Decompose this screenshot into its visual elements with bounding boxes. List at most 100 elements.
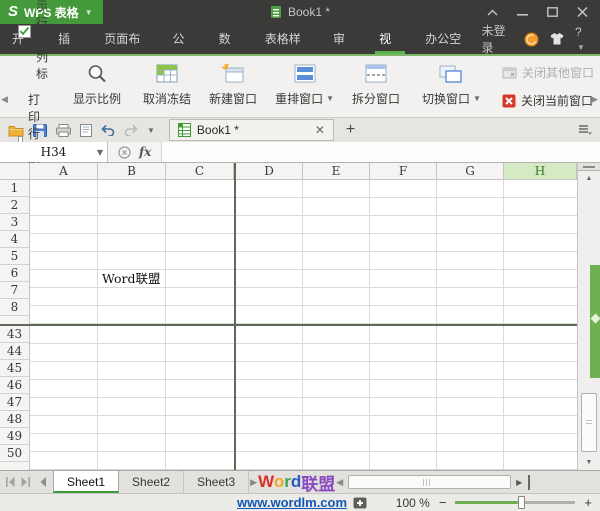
column-header-B[interactable]: B: [98, 163, 166, 179]
menu-tab-表格样式[interactable]: 表格样式: [253, 24, 321, 54]
row-header-46[interactable]: 46: [0, 377, 29, 394]
row-header-48[interactable]: 48: [0, 411, 29, 428]
workbook-tab[interactable]: Book1 * ✕: [169, 119, 334, 141]
zoom-slider[interactable]: [455, 501, 575, 504]
column-header-C[interactable]: C: [166, 163, 234, 179]
column-header-G[interactable]: G: [437, 163, 504, 179]
scroll-down-icon[interactable]: ▼: [578, 455, 600, 470]
first-sheet-icon[interactable]: [5, 477, 16, 487]
menu-tab-数据[interactable]: 数据: [207, 24, 253, 54]
row-header-5[interactable]: 5: [0, 248, 29, 265]
close-window-button[interactable]: [576, 6, 588, 18]
menu-tab-公式[interactable]: 公式: [160, 24, 206, 54]
row-header-1[interactable]: 1: [0, 180, 29, 197]
chevron-down-icon: ▼: [577, 43, 585, 52]
row-header-44[interactable]: 44: [0, 343, 29, 360]
skin-shirt-icon[interactable]: [549, 32, 565, 46]
arrange-windows-button[interactable]: 重排窗口▼: [266, 56, 343, 117]
checkbox-show-row-col-headers[interactable]: 显示行号列标: [18, 0, 48, 82]
new-window-button[interactable]: 新建窗口: [200, 56, 266, 117]
cells-top-pane[interactable]: [30, 180, 577, 324]
ribbon-scroll-left-icon[interactable]: ◀: [1, 94, 8, 105]
row-header-43[interactable]: 43: [0, 326, 29, 343]
watermark-right-arrow-icon: ◀: [336, 477, 343, 488]
unfreeze-panes-button[interactable]: 取消冻结: [134, 56, 200, 117]
workbook-tab-label: Book1 *: [197, 123, 239, 137]
zoom-slider-thumb[interactable]: [518, 496, 525, 509]
zoom-in-button[interactable]: +: [584, 494, 592, 511]
split-window-icon: [364, 63, 388, 85]
new-tab-button[interactable]: +: [346, 121, 355, 139]
ribbon-scroll-right-icon[interactable]: ▶: [591, 94, 598, 105]
vertical-scroll-thumb[interactable]: [581, 393, 597, 452]
circle-x-icon[interactable]: [118, 146, 131, 159]
row-header-50[interactable]: 50: [0, 445, 29, 462]
row-header-2[interactable]: 2: [0, 197, 29, 214]
select-all-corner[interactable]: [0, 163, 30, 179]
column-header-E[interactable]: E: [303, 163, 370, 179]
sheet-tab-Sheet2[interactable]: Sheet2: [119, 471, 184, 493]
account-icon[interactable]: [524, 32, 539, 47]
minimize-button[interactable]: [516, 6, 528, 18]
menu-tab-页面布局[interactable]: 页面布局: [92, 24, 160, 54]
more-commands-icon[interactable]: ▼: [147, 126, 155, 135]
last-sheet-icon[interactable]: [20, 477, 31, 487]
horizontal-split-handle[interactable]: [528, 475, 530, 490]
column-header-H[interactable]: H: [504, 163, 577, 179]
freeze-line-vertical[interactable]: [234, 163, 236, 470]
row-header-49[interactable]: 49: [0, 428, 29, 445]
status-view-icon[interactable]: [353, 497, 367, 509]
row-header-8[interactable]: 8: [0, 299, 29, 316]
sheet-tab-Sheet3[interactable]: Sheet3: [184, 471, 249, 493]
title-bar: Book1 * S WPS 表格 ▼: [0, 0, 600, 24]
cells-bottom-pane[interactable]: [30, 326, 577, 470]
prev-sheet-icon[interactable]: [39, 477, 47, 487]
vertical-split-handle[interactable]: [578, 163, 600, 171]
column-header-D[interactable]: D: [236, 163, 303, 179]
split-window-button[interactable]: 拆分窗口: [343, 56, 409, 117]
insert-function-button[interactable]: fx: [139, 145, 151, 159]
scroll-up-icon[interactable]: ▲: [578, 171, 600, 186]
row-header-45[interactable]: 45: [0, 360, 29, 377]
row-header-7[interactable]: 7: [0, 282, 29, 299]
zoom-out-button[interactable]: −: [439, 494, 447, 511]
watermark-letter: W: [258, 472, 274, 491]
maximize-button[interactable]: [546, 6, 558, 18]
chevron-down-icon: ▼: [473, 94, 481, 103]
freeze-line-horizontal[interactable]: [0, 324, 577, 326]
watermark-green-bar: [590, 265, 600, 378]
column-header-F[interactable]: F: [370, 163, 437, 179]
menu-tab-审阅[interactable]: 审阅: [321, 24, 367, 54]
ribbon-tab-bar: 开始插入页面布局公式数据表格样式审阅视图办公空间 未登录 ?▼: [0, 24, 600, 56]
watermark-suffix: 联盟: [301, 470, 335, 495]
watermark-wordlm-logo: Word: [258, 471, 301, 493]
switch-windows-button[interactable]: 切换窗口▼: [413, 56, 490, 117]
menu-tab-插入[interactable]: 插入: [46, 24, 92, 54]
row-header-6[interactable]: 6: [0, 265, 29, 282]
sheet-tab-Sheet1[interactable]: Sheet1: [53, 471, 119, 493]
close-current-window-button[interactable]: 关闭当前窗口: [502, 92, 594, 109]
undo-icon[interactable]: [101, 124, 115, 136]
print-icon[interactable]: [56, 124, 71, 137]
cell-b6-text[interactable]: Word联盟: [102, 270, 161, 288]
print-preview-icon[interactable]: [80, 124, 92, 137]
toolbar-options-button[interactable]: [578, 124, 592, 136]
menu-tab-视图[interactable]: 视图: [367, 24, 413, 54]
redo-icon[interactable]: [124, 124, 138, 136]
collapse-ribbon-button[interactable]: [486, 6, 498, 18]
zoom-level-label: 100 %: [396, 496, 430, 510]
help-button[interactable]: ?▼: [575, 25, 590, 53]
row-header-4[interactable]: 4: [0, 231, 29, 248]
close-tab-icon[interactable]: ✕: [315, 123, 325, 137]
menu-tab-办公空间[interactable]: 办公空间: [413, 24, 481, 54]
scroll-right-icon[interactable]: ▶: [516, 478, 522, 487]
row-header-3[interactable]: 3: [0, 214, 29, 231]
horizontal-scrollbar[interactable]: [348, 475, 511, 489]
login-status[interactable]: 未登录: [481, 22, 514, 56]
formula-input[interactable]: [161, 142, 600, 162]
close-other-windows-button[interactable]: 关闭其他窗口: [502, 64, 594, 81]
zoom-scale-button[interactable]: 显示比例: [64, 56, 130, 117]
name-box[interactable]: H34 ▼: [0, 142, 108, 162]
column-header-A[interactable]: A: [30, 163, 98, 179]
row-header-47[interactable]: 47: [0, 394, 29, 411]
